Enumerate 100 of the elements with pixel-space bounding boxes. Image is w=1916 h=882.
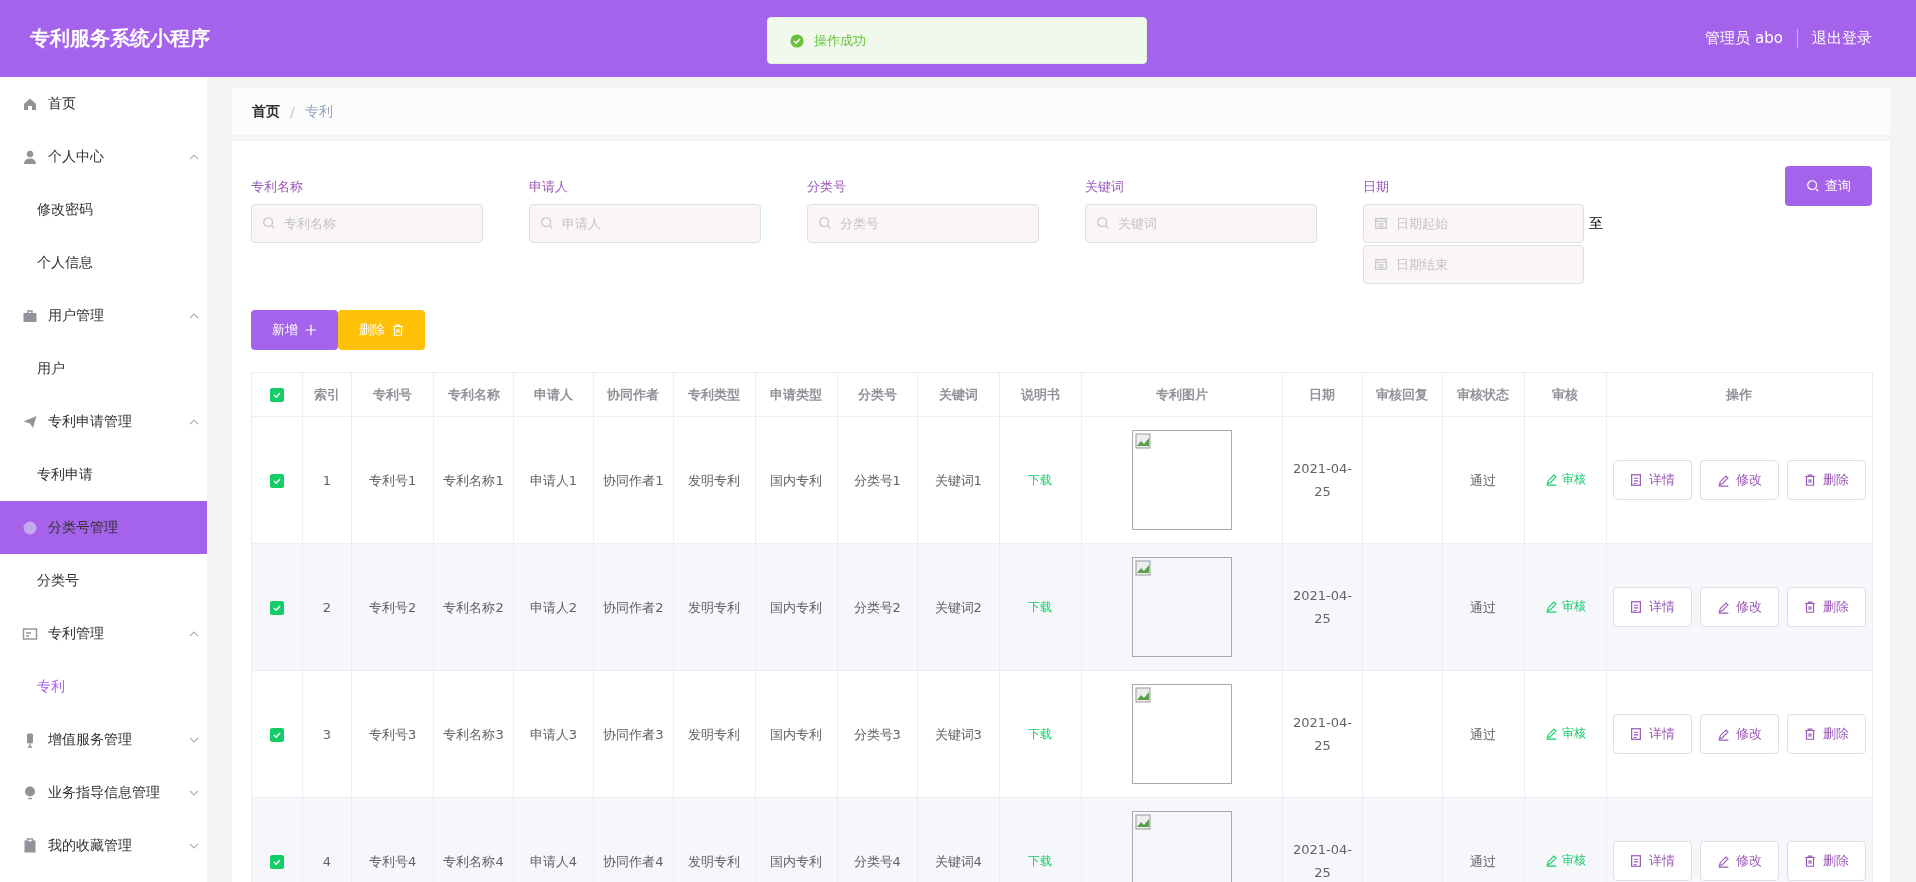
table-cell: 协同作者2 xyxy=(603,599,664,615)
column-header: 索引 xyxy=(302,372,352,417)
table-cell: 关键词4 xyxy=(934,853,982,869)
sidebar-item[interactable]: 专利管理 xyxy=(0,607,207,660)
column-header: 专利图片 xyxy=(1081,372,1283,417)
sidebar-item[interactable]: 分类号管理 xyxy=(0,501,207,554)
pencil-icon xyxy=(1716,854,1730,868)
search-field[interactable]: 分类号 xyxy=(807,204,1039,243)
user-name: 管理员 abo xyxy=(1705,29,1798,48)
delete-row-button[interactable]: 删除 xyxy=(1786,841,1866,881)
column-header: 协同作者 xyxy=(593,372,674,417)
sidebar-subitem[interactable]: 专利 xyxy=(0,660,207,713)
search-field[interactable]: 关键词 xyxy=(1085,204,1317,243)
pencil-icon xyxy=(1716,473,1730,487)
edit-button[interactable]: 修改 xyxy=(1699,460,1779,500)
edit-button[interactable]: 修改 xyxy=(1699,714,1779,754)
column-header: 专利号 xyxy=(351,372,434,417)
add-button[interactable]: 新增 xyxy=(251,310,338,350)
app-title: 专利服务系统小程序 xyxy=(30,25,210,52)
query-button[interactable]: 查询 xyxy=(1785,166,1872,206)
broken-image-icon xyxy=(1134,687,1151,703)
delete-row-button[interactable]: 删除 xyxy=(1786,714,1866,754)
sidebar-item[interactable]: 个人中心 xyxy=(0,130,207,183)
table-cell: 申请人3 xyxy=(529,726,578,742)
sidebar-item[interactable]: 我的收藏管理 xyxy=(0,819,207,872)
filter-label: 专利名称 xyxy=(251,178,304,195)
table-cell: 专利号4 xyxy=(369,853,417,869)
column-header: 申请人 xyxy=(513,372,594,417)
table-cell: 关键词2 xyxy=(934,599,982,615)
edit-button[interactable]: 修改 xyxy=(1699,841,1779,881)
table-cell: 申请人2 xyxy=(529,599,578,615)
table-cell: 关键词1 xyxy=(934,472,982,488)
sidebar-subitem[interactable]: 专利申请 xyxy=(0,448,207,501)
row-checkbox[interactable] xyxy=(269,855,284,869)
table-cell: 国内专利 xyxy=(770,853,823,869)
sidebar-item[interactable]: 增值服务管理 xyxy=(0,713,207,766)
broken-image-icon xyxy=(1134,814,1151,830)
table-cell: 专利名称2 xyxy=(443,599,504,615)
table-cell: 2021-04-25 xyxy=(1292,461,1352,499)
breadcrumb-item: 专利 xyxy=(304,102,333,121)
search-field[interactable]: 专利名称 xyxy=(251,204,483,243)
table-cell: 专利名称4 xyxy=(443,853,504,869)
breadcrumb-item[interactable]: 首页 xyxy=(252,102,280,121)
success-icon xyxy=(790,33,804,48)
details-button[interactable]: 详情 xyxy=(1612,460,1692,500)
sidebar-subitem[interactable]: 修改密码 xyxy=(0,183,207,236)
column-header: 关键词 xyxy=(917,372,1000,417)
pencil-icon xyxy=(1544,599,1558,613)
delete-row-button[interactable]: 删除 xyxy=(1786,460,1866,500)
calendar-icon xyxy=(1374,216,1388,230)
broken-image-icon xyxy=(1134,560,1151,576)
details-button[interactable]: 详情 xyxy=(1612,714,1692,754)
document-icon xyxy=(1629,600,1644,614)
sidebar-subitem[interactable]: 分类号 xyxy=(0,554,207,607)
column-header: 审核状态 xyxy=(1442,372,1525,417)
table-cell: 3 xyxy=(322,726,331,742)
pencil-icon xyxy=(1716,600,1730,614)
sidebar-subitem[interactable]: 个人信息 xyxy=(0,236,207,289)
column-header: 分类号 xyxy=(837,372,918,417)
sidebar-item[interactable]: 首页 xyxy=(0,77,207,130)
table-cell: 2021-04-25 xyxy=(1292,842,1352,880)
sidebar-item[interactable]: 用户管理 xyxy=(0,289,207,342)
table-cell: 国内专利 xyxy=(770,472,823,488)
details-button[interactable]: 详情 xyxy=(1612,841,1692,881)
table-cell: 发明专利 xyxy=(688,726,741,742)
pencil-icon xyxy=(1544,853,1558,867)
sidebar-subitem[interactable]: 用户 xyxy=(0,342,207,395)
table-cell: 专利号1 xyxy=(369,472,417,488)
row-checkbox[interactable] xyxy=(269,728,284,742)
table-cell: 专利名称3 xyxy=(443,726,504,742)
sidebar-item[interactable]: 专利申请管理 xyxy=(0,395,207,448)
trash-icon xyxy=(1803,473,1818,487)
logout-link[interactable]: 退出登录 xyxy=(1812,29,1872,48)
sidebar-item[interactable]: 业务指导信息管理 xyxy=(0,766,207,819)
delete-row-button[interactable]: 删除 xyxy=(1786,587,1866,627)
edit-button[interactable]: 修改 xyxy=(1699,587,1779,627)
search-icon xyxy=(262,216,276,230)
document-icon xyxy=(1629,473,1644,487)
column-header: 说明书 xyxy=(999,372,1082,417)
user-icon xyxy=(22,148,38,165)
row-checkbox[interactable] xyxy=(269,601,284,615)
breadcrumb-separator: / xyxy=(290,103,295,120)
table-cell: 1 xyxy=(322,472,331,488)
bulb-icon xyxy=(22,784,38,801)
trash-icon xyxy=(1803,727,1818,741)
select-all-checkbox[interactable] xyxy=(269,388,284,403)
document-icon xyxy=(1629,727,1644,741)
table-cell: 2021-04-25 xyxy=(1292,588,1352,626)
date-separator: 至 xyxy=(1589,214,1603,233)
trash-icon xyxy=(390,323,405,337)
check-icon xyxy=(271,730,282,740)
table-cell: 国内专利 xyxy=(770,599,823,615)
search-icon xyxy=(818,216,832,230)
details-button[interactable]: 详情 xyxy=(1612,587,1692,627)
row-checkbox[interactable] xyxy=(269,474,284,488)
pencil-icon xyxy=(1544,726,1558,740)
filter-label: 关键词 xyxy=(1085,178,1125,195)
plus-icon xyxy=(303,323,318,337)
table-cell: 发明专利 xyxy=(688,853,741,869)
table-cell: 申请人1 xyxy=(529,472,578,488)
